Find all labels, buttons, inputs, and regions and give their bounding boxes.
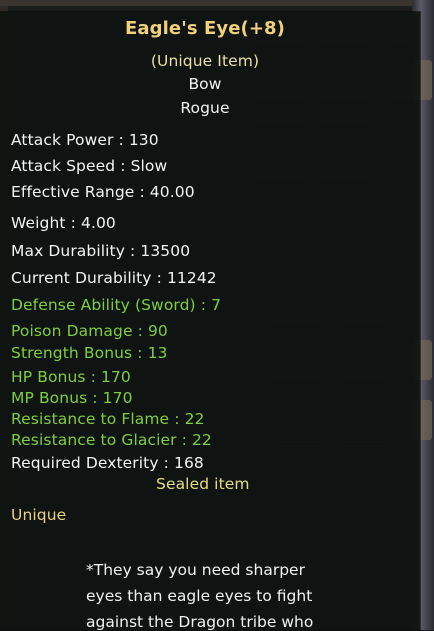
lore-line-3: against the Dragon tribe who xyxy=(86,613,314,631)
bonus-resistance-glacier: Resistance to Glacier : 22 xyxy=(11,431,212,449)
bonus-strength: Strength Bonus : 13 xyxy=(11,344,168,362)
bonus-hp: HP Bonus : 170 xyxy=(11,368,131,386)
bonus-resistance-flame: Resistance to Flame : 22 xyxy=(11,410,205,428)
inventory-frame-top xyxy=(0,0,434,6)
bonus-mp: MP Bonus : 170 xyxy=(11,389,133,407)
stat-max-durability: Max Durability : 13500 xyxy=(11,242,191,260)
item-name: Eagle's Eye(+8) xyxy=(125,18,285,39)
stat-current-durability: Current Durability : 11242 xyxy=(11,269,217,287)
item-type: Bow xyxy=(188,75,222,93)
sealed-item-label: Sealed item xyxy=(156,475,250,493)
item-tooltip: Eagle's Eye(+8) (Unique Item) Bow Rogue … xyxy=(0,12,420,631)
lore-line-1: *They say you need sharper xyxy=(86,561,305,579)
lore-line-2: eyes than eagle eyes to fight xyxy=(86,587,313,605)
requirement-dexterity: Required Dexterity : 168 xyxy=(11,454,204,472)
stat-attack-speed: Attack Speed : Slow xyxy=(11,157,168,175)
bonus-poison-damage: Poison Damage : 90 xyxy=(11,322,168,340)
bonus-defense-ability: Defense Ability (Sword) : 7 xyxy=(11,296,222,314)
item-rarity-label: (Unique Item) xyxy=(150,52,260,70)
item-grade-label: Unique xyxy=(11,506,67,524)
stat-weight: Weight : 4.00 xyxy=(11,214,116,232)
item-class: Rogue xyxy=(180,99,230,117)
stat-effective-range: Effective Range : 40.00 xyxy=(11,183,195,201)
stat-attack-power: Attack Power : 130 xyxy=(11,131,159,149)
